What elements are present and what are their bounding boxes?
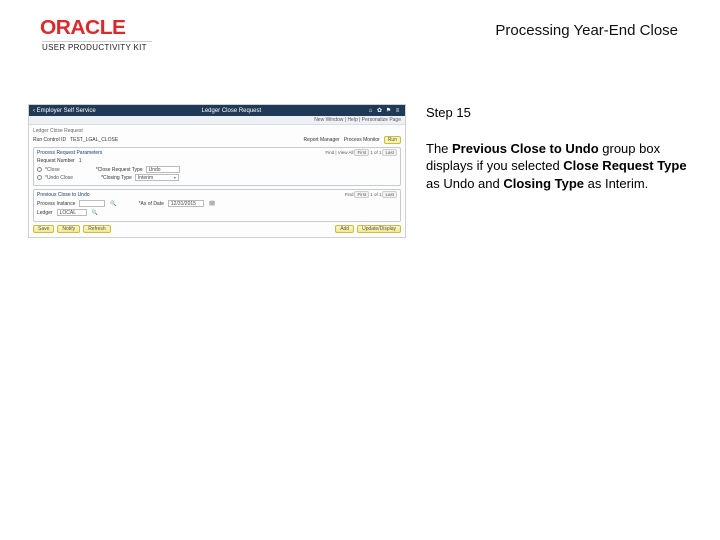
search-icon[interactable]: 🔍 xyxy=(110,201,116,207)
home-icon: ⌂ xyxy=(367,107,374,114)
group2-find: Find xyxy=(345,192,354,197)
page-title: Processing Year-End Close xyxy=(495,22,678,39)
embedded-screenshot: ‹ Employer Self Service Ledger Close Req… xyxy=(28,104,406,238)
menu-icon: ≡ xyxy=(394,107,401,114)
step-description: The Previous Close to Undo group box dis… xyxy=(426,140,690,193)
group1-first: First xyxy=(354,149,369,156)
group1-range: 1 of 1 xyxy=(370,150,381,155)
step-label: Step 15 xyxy=(426,104,690,122)
group-previous-close-to-undo: Previous Close to Undo Find First 1 of 1… xyxy=(33,189,401,222)
proc-instance-field[interactable] xyxy=(79,200,105,207)
add-button[interactable]: Add xyxy=(335,225,354,233)
as-of-label: *As of Date xyxy=(139,201,164,207)
group-process-request-params: Process Request Parameters Find | View A… xyxy=(33,147,401,186)
group2-nav: Find First 1 of 1 Last xyxy=(345,191,397,198)
shot-topbar: ‹ Employer Self Service Ledger Close Req… xyxy=(29,105,405,116)
closing-type-select[interactable]: Interim ▾ xyxy=(135,174,179,181)
shot-topbar-icons: ⌂ ✿ ⚑ ≡ xyxy=(367,107,401,114)
ledger-field[interactable]: LOCAL xyxy=(57,209,87,216)
chevron-down-icon: ▾ xyxy=(174,175,176,180)
close-req-type-label: *Close Request Type xyxy=(96,167,143,173)
brand-logo: ORACLE USER PRODUCTIVITY KIT xyxy=(42,18,152,52)
refresh-button[interactable]: Refresh xyxy=(83,225,111,233)
run-button[interactable]: Run xyxy=(384,136,401,144)
group2-title: Previous Close to Undo xyxy=(37,192,397,198)
desc-text: The xyxy=(426,141,452,156)
gear-icon: ✿ xyxy=(376,107,383,114)
group2-first: First xyxy=(354,191,369,198)
desc-bold: Close Request Type xyxy=(563,158,686,173)
desc-text: as Undo and xyxy=(426,176,503,191)
run-ctl-label: Run Control ID xyxy=(33,137,66,143)
brand-wordmark: ORACLE xyxy=(40,18,126,38)
group2-last: Last xyxy=(382,191,397,198)
group1-find: Find | View All xyxy=(325,150,353,155)
radio-close[interactable] xyxy=(37,167,42,172)
shot-title: Ledger Close Request xyxy=(201,108,261,114)
group2-range: 1 of 1 xyxy=(370,192,381,197)
search-icon[interactable]: 🔍 xyxy=(92,210,98,216)
report-mgr-link: Report Manager xyxy=(304,137,340,143)
save-button[interactable]: Save xyxy=(33,225,54,233)
desc-bold: Previous Close to Undo xyxy=(452,141,599,156)
brand-divider xyxy=(42,41,152,42)
shot-back-label: ‹ Employer Self Service xyxy=(33,108,96,114)
close-req-type-field[interactable]: Undo xyxy=(146,166,180,173)
opt-undo-label: *Undo Close xyxy=(45,175,73,181)
desc-bold: Closing Type xyxy=(503,176,584,191)
update-display-button[interactable]: Update/Display xyxy=(357,225,401,233)
flag-icon: ⚑ xyxy=(385,107,392,114)
proc-instance-label: Process Instance xyxy=(37,201,75,207)
product-name: USER PRODUCTIVITY KIT xyxy=(42,44,152,52)
radio-undo[interactable] xyxy=(37,175,42,180)
as-of-field[interactable]: 12/31/2015 xyxy=(168,200,204,207)
opt-close-label: *Close xyxy=(45,167,60,173)
desc-text: as Interim. xyxy=(584,176,648,191)
request-no-value: 1 xyxy=(79,158,82,164)
closing-type-label: *Closing Type xyxy=(101,175,132,181)
shot-subbar-links: New Window | Help | Personalize Page xyxy=(314,117,401,123)
group1-nav: Find | View All First 1 of 1 Last xyxy=(325,149,397,156)
shot-footer: Save Notify Refresh Add Update/Display xyxy=(33,225,401,233)
notify-button[interactable]: Notify xyxy=(57,225,80,233)
calendar-icon[interactable]: 🗓 xyxy=(209,201,215,207)
group1-last: Last xyxy=(382,149,397,156)
closing-type-value: Interim xyxy=(138,175,153,181)
ledger-label: Ledger xyxy=(37,210,53,216)
shot-subbar: New Window | Help | Personalize Page xyxy=(29,116,405,125)
run-ctl-value: TEST_LGAL_CLOSE xyxy=(70,137,118,143)
request-no-label: Request Number xyxy=(37,158,75,164)
shot-tabs: Ledger Close Request xyxy=(33,128,401,134)
proc-mon-link: Process Monitor xyxy=(344,137,380,143)
